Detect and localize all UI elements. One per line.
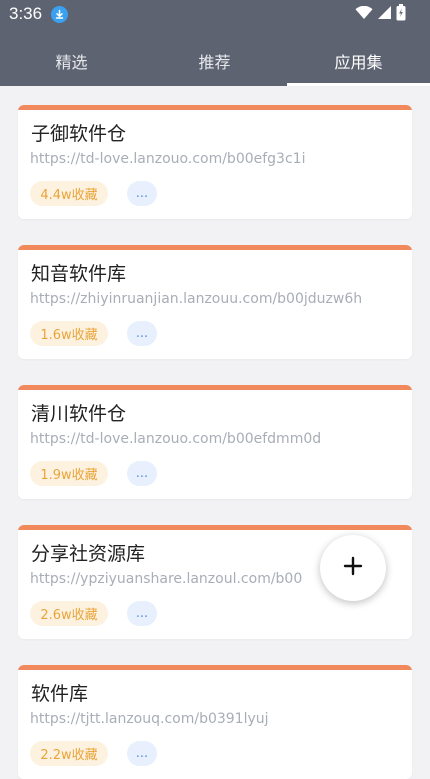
favorites-badge: 2.6w收藏 <box>30 601 108 626</box>
card-url: https://tjtt.lanzouq.com/b0391lyuj <box>30 711 269 727</box>
list-item[interactable]: 知音软件库 https://zhiyinruanjian.lanzouu.com… <box>18 245 412 359</box>
tab-featured[interactable]: 精选 <box>0 36 143 86</box>
more-button[interactable]: ... <box>127 181 157 206</box>
card-url: https://td-love.lanzouo.com/b00efdmm0d <box>30 431 322 447</box>
signal-icon <box>377 5 392 24</box>
tab-indicator <box>287 83 430 86</box>
card-accent-bar <box>18 245 412 250</box>
favorites-badge: 1.9w收藏 <box>30 461 108 486</box>
card-accent-bar <box>18 665 412 670</box>
card-title: 清川软件仓 <box>31 403 127 425</box>
more-button[interactable]: ... <box>127 741 157 766</box>
status-icons <box>355 3 406 25</box>
tab-bar: 精选 推荐 应用集 <box>0 36 430 86</box>
card-title: 分享社资源库 <box>31 543 146 565</box>
tab-app-collection[interactable]: 应用集 <box>287 36 430 86</box>
wifi-icon <box>355 5 373 24</box>
card-accent-bar <box>18 105 412 110</box>
more-button[interactable]: ... <box>127 601 157 626</box>
card-accent-bar <box>18 525 412 530</box>
list-item[interactable]: 清川软件仓 https://td-love.lanzouo.com/b00efd… <box>18 385 412 499</box>
card-title: 知音软件库 <box>31 263 127 285</box>
battery-icon <box>396 3 406 25</box>
card-title: 软件库 <box>31 683 89 705</box>
card-url: https://zhiyinruanjian.lanzouu.com/b00jd… <box>30 291 363 307</box>
card-title: 子御软件仓 <box>31 123 127 145</box>
favorites-badge: 4.4w收藏 <box>30 181 108 206</box>
more-button[interactable]: ... <box>127 461 157 486</box>
add-button[interactable] <box>320 535 386 601</box>
tab-recommended[interactable]: 推荐 <box>143 36 286 86</box>
status-bar: 3:36 <box>0 0 430 30</box>
status-time: 3:36 <box>9 4 43 23</box>
favorites-badge: 2.2w收藏 <box>30 741 108 766</box>
card-accent-bar <box>18 385 412 390</box>
download-icon <box>51 6 68 23</box>
list-item[interactable]: 子御软件仓 https://td-love.lanzouo.com/b00efg… <box>18 105 412 219</box>
plus-icon <box>343 556 363 580</box>
list-item[interactable]: 软件库 https://tjtt.lanzouq.com/b0391lyuj 2… <box>18 665 412 779</box>
app-header: 3:36 精选 推荐 应用集 <box>0 0 430 86</box>
card-url: https://td-love.lanzouo.com/b00efg3c1i <box>30 151 306 167</box>
favorites-badge: 1.6w收藏 <box>30 321 108 346</box>
more-button[interactable]: ... <box>127 321 157 346</box>
